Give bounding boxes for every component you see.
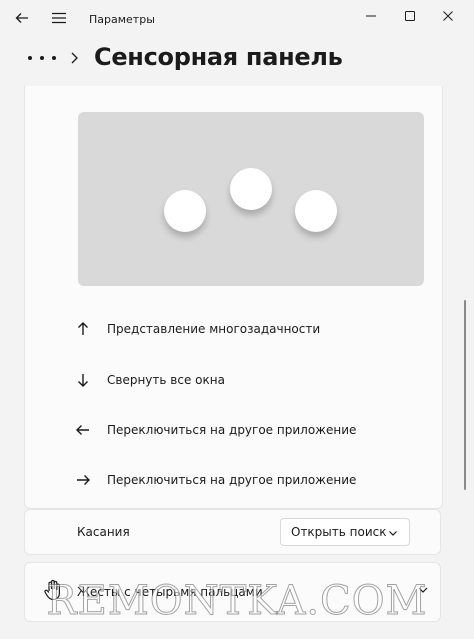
app-title: Параметры [89, 13, 155, 26]
chevron-down-icon [389, 531, 397, 536]
menu-button[interactable] [47, 8, 71, 28]
gesture-label: Переключиться на другое приложение [107, 473, 357, 487]
arrow-down-icon [78, 374, 88, 387]
finger-dot [295, 190, 337, 232]
taps-setting-row: Касания Открыть поиск [24, 509, 441, 555]
minimize-button[interactable] [357, 6, 385, 26]
gesture-label: Свернуть все окна [107, 373, 225, 387]
breadcrumb: Сенсорная панель [0, 40, 474, 80]
title-bar: Параметры [0, 0, 474, 36]
gesture-swipe-right: Переключиться на другое приложение [74, 468, 404, 492]
gesture-label: Переключиться на другое приложение [107, 423, 357, 437]
four-finger-label: Жесты с четырьмя пальцами [77, 585, 263, 599]
gesture-swipe-down: Свернуть все окна [74, 368, 404, 392]
chevron-right-icon [71, 52, 78, 64]
hamburger-icon [52, 12, 66, 24]
arrow-up-icon [78, 322, 88, 335]
back-button[interactable] [10, 8, 34, 28]
gesture-label: Представление многозадачности [107, 322, 321, 336]
finger-dot [230, 168, 272, 210]
maximize-button[interactable] [396, 6, 424, 26]
hand-icon [44, 579, 60, 601]
page-title: Сенсорная панель [94, 43, 343, 71]
arrow-left-icon [76, 425, 89, 435]
finger-dot [164, 190, 206, 232]
more-horizontal-icon[interactable] [28, 48, 56, 68]
gesture-swipe-left: Переключиться на другое приложение [74, 418, 404, 442]
dropdown-value: Открыть поиск [291, 525, 387, 539]
minimize-icon [366, 15, 376, 17]
close-icon [443, 11, 453, 21]
gesture-swipe-up: Представление многозадачности [74, 317, 404, 341]
arrow-left-icon [15, 13, 28, 23]
four-finger-gestures-row[interactable]: Жесты с четырьмя пальцами [24, 562, 441, 622]
arrow-right-icon [77, 475, 90, 485]
gesture-preview-image [78, 112, 424, 286]
taps-label: Касания [77, 525, 130, 539]
maximize-icon [405, 11, 415, 21]
taps-dropdown[interactable]: Открыть поиск [280, 518, 410, 546]
chevron-down-icon[interactable] [416, 583, 430, 597]
close-button[interactable] [434, 6, 462, 26]
scrollbar[interactable] [464, 300, 466, 490]
